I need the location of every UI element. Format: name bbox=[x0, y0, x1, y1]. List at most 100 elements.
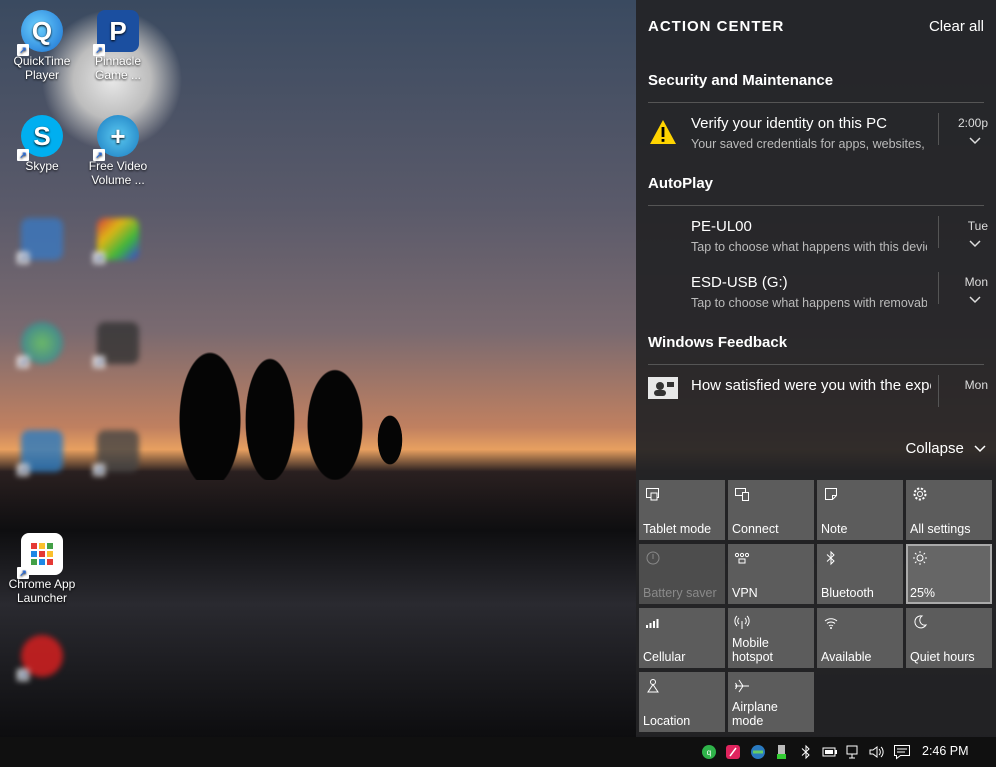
desktop-icon-quicktime[interactable]: Q QuickTime Player bbox=[4, 10, 80, 82]
notification-group-title: AutoPlay bbox=[648, 159, 984, 206]
bluetooth-icon[interactable] bbox=[798, 744, 814, 760]
collapse-button[interactable]: Collapse bbox=[905, 440, 986, 457]
action-center-header: ACTION CENTER Clear all bbox=[636, 0, 996, 56]
tile-mobile-hotspot[interactable]: Mobile hotspot bbox=[728, 608, 814, 668]
quicktime-icon: Q bbox=[17, 10, 63, 56]
tile-note[interactable]: Note bbox=[817, 480, 903, 540]
connect-icon bbox=[735, 488, 749, 501]
chevron-down-icon[interactable] bbox=[969, 240, 981, 248]
tile-location[interactable]: Location bbox=[639, 672, 725, 732]
chevron-down-icon[interactable] bbox=[969, 296, 981, 304]
wifi-icon bbox=[824, 618, 838, 629]
notification-title: PE-UL00 bbox=[691, 218, 752, 235]
desktop-icon-blurred[interactable] bbox=[80, 322, 156, 368]
notification-time: Mon bbox=[964, 275, 988, 289]
taskbar-clock[interactable]: 2:46 PM bbox=[922, 744, 969, 758]
battery-icon[interactable] bbox=[822, 744, 838, 760]
desktop-icon-chrome-app-launcher[interactable]: Chrome App Launcher bbox=[4, 533, 80, 605]
battery-saver-icon bbox=[646, 551, 660, 565]
desktop-icon-blurred[interactable] bbox=[4, 218, 80, 264]
divider bbox=[938, 216, 939, 248]
notification-time: Tue bbox=[967, 219, 988, 233]
tile-label: Quiet hours bbox=[910, 650, 975, 664]
tile-label: 25% bbox=[910, 586, 936, 600]
desktop-icon-label: Chrome App Launcher bbox=[8, 577, 76, 605]
tile-brightness[interactable]: 25% bbox=[906, 544, 992, 604]
notification-body: Your saved credentials for apps, website… bbox=[691, 137, 927, 151]
notification-body: Tap to choose what happens with this dev… bbox=[691, 240, 927, 254]
chevron-down-icon[interactable] bbox=[969, 137, 981, 145]
collapse-label: Collapse bbox=[905, 440, 964, 457]
moon-icon bbox=[914, 615, 928, 629]
tile-all-settings[interactable]: All settings bbox=[906, 480, 992, 540]
notification-body: Tap to choose what happens with removabl… bbox=[691, 296, 927, 310]
mobile-hotspot-icon bbox=[734, 615, 750, 629]
tile-label: Airplane mode bbox=[732, 700, 778, 728]
clear-all-button[interactable]: Clear all bbox=[929, 18, 984, 35]
tile-cellular[interactable]: Cellular bbox=[639, 608, 725, 668]
taskbar: q 2:46 PM bbox=[0, 737, 996, 767]
desktop-icon-pinnacle[interactable]: P Pinnacle Game ... bbox=[80, 10, 156, 82]
app-icon bbox=[93, 322, 139, 368]
tile-tablet-mode[interactable]: Tablet mode bbox=[639, 480, 725, 540]
desktop-icon-label: Skype bbox=[25, 159, 59, 173]
airplane-icon bbox=[735, 679, 749, 693]
feedback-icon bbox=[648, 373, 678, 403]
vpn-icon bbox=[734, 552, 750, 564]
network-icon[interactable] bbox=[845, 744, 861, 760]
desktop-icon-label: Free Video Volume ... bbox=[88, 159, 148, 187]
desktop-icon-blurred[interactable] bbox=[4, 322, 80, 368]
notification-item[interactable]: ESD-USB (G:) Tap to choose what happens … bbox=[636, 262, 996, 318]
desktop-icon-blurred[interactable] bbox=[80, 218, 156, 264]
divider bbox=[938, 113, 939, 145]
location-icon bbox=[647, 679, 659, 693]
warning-icon bbox=[648, 117, 678, 147]
quick-actions-grid: Tablet mode Connect Note All settings Ba… bbox=[639, 480, 995, 732]
app-network-icon[interactable] bbox=[750, 744, 766, 760]
desktop-icon-label: QuickTime Player bbox=[13, 54, 71, 82]
app-red-icon[interactable] bbox=[725, 744, 741, 760]
app-icon bbox=[17, 322, 63, 368]
divider bbox=[938, 375, 939, 407]
desktop-icon-skype[interactable]: S Skype bbox=[4, 115, 80, 173]
notification-time: 2:00p bbox=[957, 116, 988, 130]
notification-item[interactable]: How satisfied were you with the experien… bbox=[636, 365, 996, 407]
desktop-icon-blurred[interactable] bbox=[4, 430, 80, 476]
notification-title: ESD-USB (G:) bbox=[691, 274, 788, 291]
tile-label: Available bbox=[821, 650, 872, 664]
tile-quiet-hours[interactable]: Quiet hours bbox=[906, 608, 992, 668]
app-green-icon[interactable]: q bbox=[701, 744, 717, 760]
app-icon bbox=[93, 430, 139, 476]
tile-label: Note bbox=[821, 522, 848, 536]
notification-title: Verify your identity on this PC bbox=[691, 115, 887, 132]
volume-icon[interactable] bbox=[868, 744, 884, 760]
cellular-icon bbox=[646, 619, 659, 628]
desktop-icon-free-video-volume[interactable]: + Free Video Volume ... bbox=[80, 115, 156, 187]
tile-bluetooth[interactable]: Bluetooth bbox=[817, 544, 903, 604]
tile-connect[interactable]: Connect bbox=[728, 480, 814, 540]
usb-icon[interactable] bbox=[774, 744, 790, 760]
pinnacle-icon: P bbox=[93, 10, 139, 56]
tablet-mode-icon bbox=[646, 488, 659, 501]
divider bbox=[938, 272, 939, 304]
notification-item[interactable]: PE-UL00 Tap to choose what happens with … bbox=[636, 206, 996, 262]
action-center-title: ACTION CENTER bbox=[648, 18, 785, 35]
tile-label: Bluetooth bbox=[821, 586, 874, 600]
chevron-down-icon bbox=[974, 445, 986, 453]
gear-icon bbox=[913, 487, 927, 501]
tile-vpn[interactable]: VPN bbox=[728, 544, 814, 604]
tile-wifi[interactable]: Available bbox=[817, 608, 903, 668]
desktop-icon-blurred[interactable] bbox=[80, 430, 156, 476]
app-icon bbox=[17, 218, 63, 264]
tile-airplane-mode[interactable]: Airplane mode bbox=[728, 672, 814, 732]
bluetooth-icon bbox=[826, 550, 835, 566]
tile-battery-saver[interactable]: Battery saver bbox=[639, 544, 725, 604]
app-icon bbox=[93, 218, 139, 264]
desktop-icon-blurred[interactable] bbox=[4, 635, 80, 681]
svg-text:q: q bbox=[707, 748, 711, 757]
action-center-icon[interactable] bbox=[893, 743, 911, 761]
tile-label: Mobile hotspot bbox=[732, 636, 774, 664]
notification-item[interactable]: Verify your identity on this PC Your sav… bbox=[636, 103, 996, 159]
tile-label: Cellular bbox=[643, 650, 686, 664]
desktop-icon-label: Pinnacle Game ... bbox=[94, 54, 142, 82]
